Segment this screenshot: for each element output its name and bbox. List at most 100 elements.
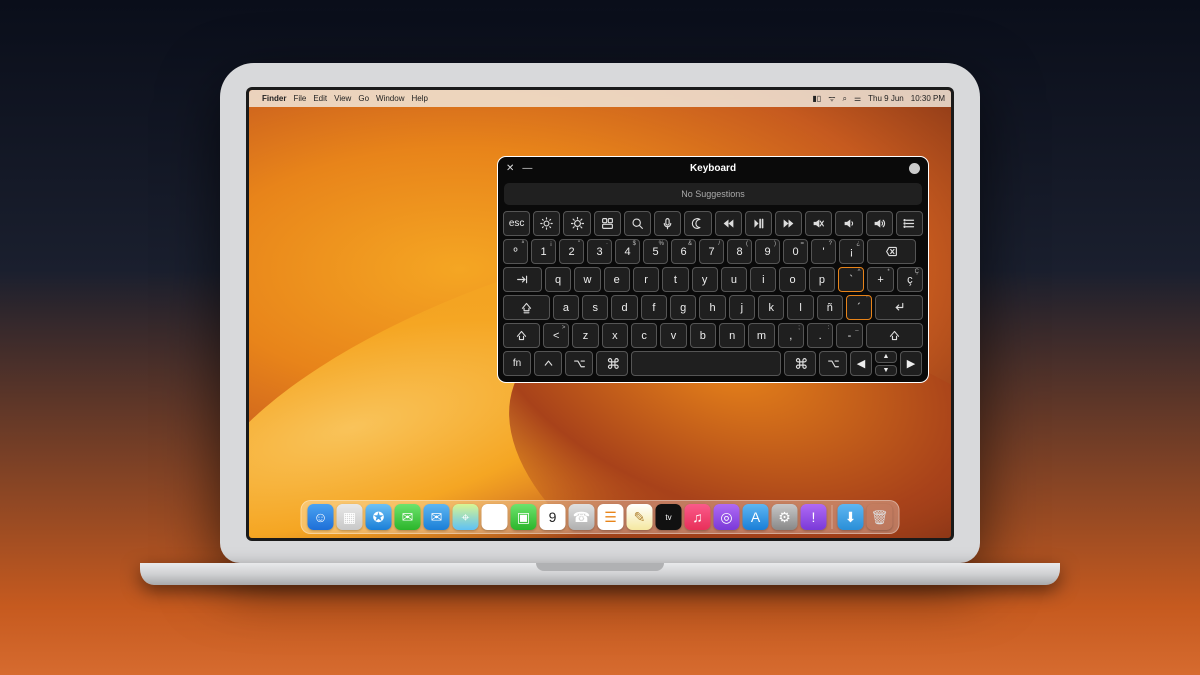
- key-i[interactable]: i: [750, 267, 776, 292]
- key-plus[interactable]: +*: [867, 267, 893, 292]
- dock-launchpad[interactable]: ▦: [337, 504, 363, 530]
- key-v[interactable]: v: [660, 323, 686, 348]
- key-list[interactable]: [896, 211, 923, 236]
- key-lt[interactable]: <>: [543, 323, 569, 348]
- key-grave[interactable]: ºª: [503, 239, 528, 264]
- key-arrow-down[interactable]: ▼: [875, 365, 897, 377]
- key-bright-up[interactable]: [563, 211, 590, 236]
- key-q[interactable]: q: [545, 267, 571, 292]
- key-cmd-l[interactable]: [596, 351, 628, 376]
- dock-reminders[interactable]: ☰: [598, 504, 624, 530]
- dock-contacts[interactable]: ☎: [569, 504, 595, 530]
- key-5[interactable]: 5%: [643, 239, 668, 264]
- dock-settings[interactable]: ⚙: [772, 504, 798, 530]
- key-return[interactable]: [875, 295, 923, 320]
- key-spotlight[interactable]: [624, 211, 651, 236]
- dock-maps[interactable]: ⌖: [453, 504, 479, 530]
- key-opt-l[interactable]: [565, 351, 593, 376]
- key-f[interactable]: f: [641, 295, 667, 320]
- dock-photos[interactable]: ✿: [482, 504, 508, 530]
- key-minus[interactable]: -_: [836, 323, 862, 348]
- key-e[interactable]: e: [604, 267, 630, 292]
- key-x[interactable]: x: [602, 323, 628, 348]
- key-8[interactable]: 8(: [727, 239, 752, 264]
- key-3[interactable]: 3·: [587, 239, 612, 264]
- menu-view[interactable]: View: [334, 94, 351, 103]
- key-backspace[interactable]: [867, 239, 916, 264]
- key-ctrl[interactable]: [534, 351, 562, 376]
- key-dictation[interactable]: [654, 211, 681, 236]
- dock-tv[interactable]: tv: [656, 504, 682, 530]
- key-7[interactable]: 7/: [699, 239, 724, 264]
- dock-messages[interactable]: ✉: [395, 504, 421, 530]
- key-h[interactable]: h: [699, 295, 725, 320]
- key-period[interactable]: .:: [807, 323, 833, 348]
- key-bright-down[interactable]: [533, 211, 560, 236]
- key-dnd[interactable]: [684, 211, 711, 236]
- key-dead-grave[interactable]: `^: [838, 267, 864, 292]
- key-ccedilla[interactable]: çÇ: [897, 267, 923, 292]
- key-arrow-right[interactable]: ▶: [900, 351, 922, 376]
- dock-safari[interactable]: ✪: [366, 504, 392, 530]
- key-k[interactable]: k: [758, 295, 784, 320]
- menu-window[interactable]: Window: [376, 94, 404, 103]
- key-rewind[interactable]: [715, 211, 742, 236]
- key-d[interactable]: d: [611, 295, 637, 320]
- menubar-date[interactable]: Thu 9 Jun: [868, 94, 904, 103]
- key-a[interactable]: a: [553, 295, 579, 320]
- key-mission-control[interactable]: [594, 211, 621, 236]
- key-n[interactable]: n: [719, 323, 745, 348]
- key-mute[interactable]: [805, 211, 832, 236]
- key-0[interactable]: 0=: [783, 239, 808, 264]
- app-name[interactable]: Finder: [262, 94, 286, 103]
- key-j[interactable]: j: [729, 295, 755, 320]
- key-cmd-r[interactable]: [784, 351, 816, 376]
- dock-finder[interactable]: ☺: [308, 504, 334, 530]
- key-ntilde[interactable]: ñ: [817, 295, 843, 320]
- key-p[interactable]: p: [809, 267, 835, 292]
- menubar-time[interactable]: 10:30 PM: [911, 94, 945, 103]
- key-6[interactable]: 6&: [671, 239, 696, 264]
- key-dead-acute[interactable]: ´¨: [846, 295, 872, 320]
- dock-trash[interactable]: 🗑: [867, 504, 893, 530]
- key-9[interactable]: 9): [755, 239, 780, 264]
- wifi-icon[interactable]: ᯤ: [828, 93, 835, 104]
- key-shift-l[interactable]: [503, 323, 540, 348]
- key-1[interactable]: 1¡: [531, 239, 556, 264]
- battery-icon[interactable]: ▮▯: [812, 94, 821, 103]
- key-u[interactable]: u: [721, 267, 747, 292]
- dock-facetime[interactable]: ▣: [511, 504, 537, 530]
- key-4[interactable]: 4$: [615, 239, 640, 264]
- key-vol-up[interactable]: [866, 211, 893, 236]
- menu-file[interactable]: File: [293, 94, 306, 103]
- control-center-icon[interactable]: ⚌: [854, 94, 861, 103]
- menu-edit[interactable]: Edit: [313, 94, 327, 103]
- key-apostrophe[interactable]: '?: [811, 239, 836, 264]
- key-playpause[interactable]: [745, 211, 772, 236]
- key-tab[interactable]: [503, 267, 542, 292]
- key-s[interactable]: s: [582, 295, 608, 320]
- key-o[interactable]: o: [779, 267, 805, 292]
- key-opt-r[interactable]: [819, 351, 847, 376]
- window-titlebar[interactable]: ✕ — Keyboard: [498, 157, 928, 179]
- dock-calendar[interactable]: 9: [540, 504, 566, 530]
- key-forward[interactable]: [775, 211, 802, 236]
- key-c[interactable]: c: [631, 323, 657, 348]
- key-comma[interactable]: ,;: [778, 323, 804, 348]
- dock-mail[interactable]: ✉: [424, 504, 450, 530]
- key-w[interactable]: w: [574, 267, 600, 292]
- key-vol-down[interactable]: [835, 211, 862, 236]
- dock-appstore[interactable]: A: [743, 504, 769, 530]
- key-arrow-left[interactable]: ◀: [850, 351, 872, 376]
- key-b[interactable]: b: [690, 323, 716, 348]
- dock-music[interactable]: ♫: [685, 504, 711, 530]
- key-2[interactable]: 2": [559, 239, 584, 264]
- key-l[interactable]: l: [787, 295, 813, 320]
- menu-go[interactable]: Go: [358, 94, 369, 103]
- dock-podcasts[interactable]: ◎: [714, 504, 740, 530]
- dock-downloads[interactable]: ⬇: [838, 504, 864, 530]
- key-y[interactable]: y: [692, 267, 718, 292]
- key-z[interactable]: z: [572, 323, 598, 348]
- dock-notes[interactable]: ✎: [627, 504, 653, 530]
- key-t[interactable]: t: [662, 267, 688, 292]
